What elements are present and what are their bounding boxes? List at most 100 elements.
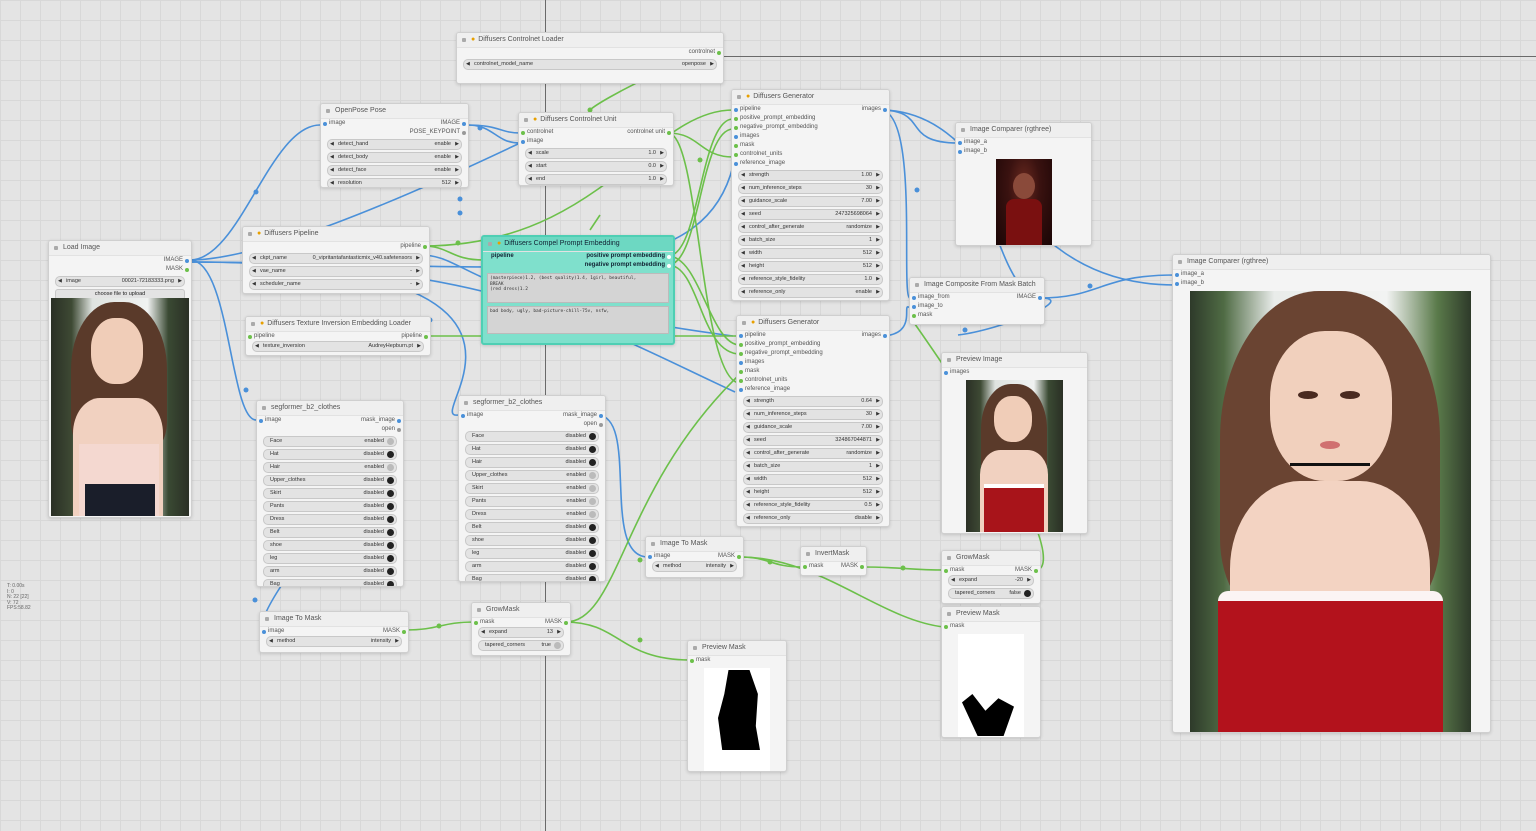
node-image-to-mask-1[interactable]: Image To Mask image MASK methodintensity — [645, 536, 744, 578]
node-image-composite[interactable]: Image Composite From Mask Batch image_fr… — [909, 277, 1045, 325]
class-toggle[interactable]: Upper_clothes disabled — [263, 475, 397, 486]
class-toggle[interactable]: arm disabled — [465, 561, 599, 572]
param-widget[interactable]: reference_style_fidelity0.5 — [743, 500, 883, 511]
output-image[interactable]: IMAGE — [1017, 293, 1043, 302]
method-widget[interactable]: methodintensity — [652, 561, 737, 572]
param-widget[interactable]: batch_size1 — [743, 461, 883, 472]
class-toggle[interactable]: shoe disabled — [465, 535, 599, 546]
class-toggle[interactable]: Dress enabled — [465, 509, 599, 520]
output-images[interactable]: images — [862, 105, 888, 114]
node-openpose[interactable]: OpenPose Pose image IMAGE POSE_KEYPOINT d… — [320, 103, 469, 188]
input-image-to[interactable]: image_to — [912, 302, 943, 311]
output-mask-image[interactable]: mask_image — [563, 411, 604, 420]
class-toggle[interactable]: Bag disabled — [263, 579, 397, 586]
class-toggle[interactable]: Hat disabled — [263, 449, 397, 460]
param-widget[interactable]: strength1.00 — [738, 170, 883, 181]
input-mask[interactable]: mask — [733, 141, 754, 150]
input-mask[interactable]: mask — [943, 566, 964, 575]
input-mask[interactable]: mask — [911, 311, 932, 320]
output-mask[interactable]: MASK — [383, 627, 407, 636]
output-image[interactable]: IMAGE — [441, 119, 467, 128]
output-pipeline[interactable]: pipeline — [401, 332, 428, 341]
node-diffusers-pipeline[interactable]: ●Diffusers Pipeline pipeline ckpt_name0_… — [242, 226, 430, 294]
param-widget[interactable]: num_inference_steps30 — [738, 183, 883, 194]
output-mask[interactable]: MASK — [718, 552, 742, 561]
param-widget[interactable]: guidance_scale7.00 — [738, 196, 883, 207]
texture-inversion-widget[interactable]: texture_inversionAudreyHepburn.pt — [252, 341, 424, 352]
positive-prompt-textarea[interactable]: (masterpiece)1.2, (best quality)1.4, 1gi… — [487, 273, 669, 303]
output-mask[interactable]: MASK — [545, 618, 569, 627]
class-toggle[interactable]: Pants disabled — [263, 501, 397, 512]
expand-widget[interactable]: expand-20 — [948, 575, 1034, 586]
node-diffusers-generator-1[interactable]: ● Diffusers Generator pipeline images posit… — [731, 89, 890, 301]
node-load-image[interactable]: Load Image IMAGE MASK image00021-7218333… — [48, 240, 192, 518]
node-invert-mask[interactable]: InvertMask mask MASK — [800, 546, 867, 576]
image-select-widget[interactable]: image00021-72183333.png — [55, 276, 185, 287]
input-pipeline[interactable]: pipeline — [248, 332, 275, 341]
input-mask[interactable]: mask — [738, 367, 759, 376]
param-widget[interactable]: control_after_generaterandomize — [743, 448, 883, 459]
param-widget[interactable]: width512 — [738, 248, 883, 259]
input-image[interactable]: image — [460, 411, 483, 420]
param-widget[interactable]: height512 — [743, 487, 883, 498]
node-controlnet-loader[interactable]: ● Diffusers Controlnet Loader controlnet … — [456, 32, 724, 84]
class-toggle[interactable]: Belt disabled — [465, 522, 599, 533]
param-widget[interactable]: start0.0 — [525, 161, 667, 172]
input-images[interactable]: images — [733, 132, 759, 141]
class-toggle[interactable]: Hair enabled — [263, 462, 397, 473]
output-mask[interactable]: MASK — [1015, 566, 1039, 575]
node-preview-mask-2[interactable]: Preview Mask mask — [941, 606, 1041, 738]
class-toggle[interactable]: Face disabled — [465, 431, 599, 442]
input-images[interactable]: images — [943, 368, 969, 377]
input-pipeline[interactable]: pipeline — [734, 105, 761, 114]
param-widget[interactable]: strength0.64 — [743, 396, 883, 407]
param-widget[interactable]: detect_handenable — [327, 139, 462, 150]
input-pipeline[interactable]: pipeline — [491, 252, 514, 261]
node-growmask-1[interactable]: GrowMask mask MASK expand13 tapered_corne… — [471, 602, 571, 656]
param-widget[interactable]: reference_onlyenable — [738, 287, 883, 298]
controlnet-model-widget[interactable]: controlnet_model_nameopenpose — [463, 59, 717, 70]
node-diffusers-generator-2[interactable]: ● Diffusers Generator pipeline images posit… — [736, 315, 890, 527]
param-widget[interactable]: detect_faceenable — [327, 165, 462, 176]
output-positive-embedding[interactable]: positive prompt embedding — [586, 252, 671, 261]
param-widget[interactable]: seed247325698064 — [738, 209, 883, 220]
tapered-corners-toggle[interactable]: tapered_corners false — [948, 588, 1034, 599]
node-image-to-mask-2[interactable]: Image To Mask image MASK methodintensity — [259, 611, 409, 653]
node-preview-mask-1[interactable]: Preview Mask mask — [687, 640, 787, 772]
input-mask[interactable]: mask — [689, 656, 710, 665]
input-mask[interactable]: mask — [802, 562, 823, 571]
output-controlnet-unit[interactable]: controlnet unit — [627, 128, 671, 137]
node-segformer-2[interactable]: segformer_b2_clothes image mask_image ope… — [458, 395, 606, 582]
input-image-b[interactable]: image_b — [1174, 279, 1204, 288]
output-negative-embedding[interactable]: negative prompt embedding — [585, 261, 672, 270]
class-toggle[interactable]: Hair disabled — [465, 457, 599, 468]
input-controlnet-units[interactable]: controlnet_units — [738, 376, 787, 385]
param-widget[interactable]: control_after_generaterandomize — [738, 222, 883, 233]
param-widget[interactable]: scale1.0 — [525, 148, 667, 159]
input-image-a[interactable]: image_a — [957, 138, 987, 147]
node-image-comparer-2[interactable]: Image Comparer (rgthree) image_a image_b — [1172, 254, 1491, 733]
method-widget[interactable]: methodintensity — [266, 636, 402, 647]
param-widget[interactable]: resolution512 — [327, 178, 462, 187]
class-toggle[interactable]: Dress disabled — [263, 514, 397, 525]
input-negative-prompt-embedding[interactable]: negative_prompt_embedding — [734, 123, 818, 132]
input-reference-image[interactable]: reference_image — [733, 159, 785, 168]
node-controlnet-unit[interactable]: ● Diffusers Controlnet Unit controlnet con… — [518, 112, 674, 186]
param-widget[interactable]: detect_bodyenable — [327, 152, 462, 163]
node-growmask-2[interactable]: GrowMask mask MASK expand-20 tapered_corn… — [941, 550, 1041, 604]
param-widget[interactable]: scheduler_name- — [249, 279, 423, 290]
node-segformer-1[interactable]: segformer_b2_clothes image mask_image ope… — [256, 400, 404, 587]
param-widget[interactable]: reference_only_adaindisable — [738, 300, 883, 301]
class-toggle[interactable]: arm disabled — [263, 566, 397, 577]
input-image-a[interactable]: image_a — [1174, 270, 1204, 279]
output-mask[interactable]: MASK — [841, 562, 865, 571]
param-widget[interactable]: reference_only_adaindisable — [743, 526, 883, 527]
input-image[interactable]: image — [258, 416, 281, 425]
input-controlnet-units[interactable]: controlnet_units — [733, 150, 782, 159]
param-widget[interactable]: seed324867044871 — [743, 435, 883, 446]
class-toggle[interactable]: Upper_clothes enabled — [465, 470, 599, 481]
param-widget[interactable]: ckpt_name0_vipritantafantasticmix_v40.sa… — [249, 253, 423, 264]
input-pipeline[interactable]: pipeline — [739, 331, 766, 340]
input-reference-image[interactable]: reference_image — [738, 385, 790, 394]
input-image[interactable]: image — [261, 627, 284, 636]
